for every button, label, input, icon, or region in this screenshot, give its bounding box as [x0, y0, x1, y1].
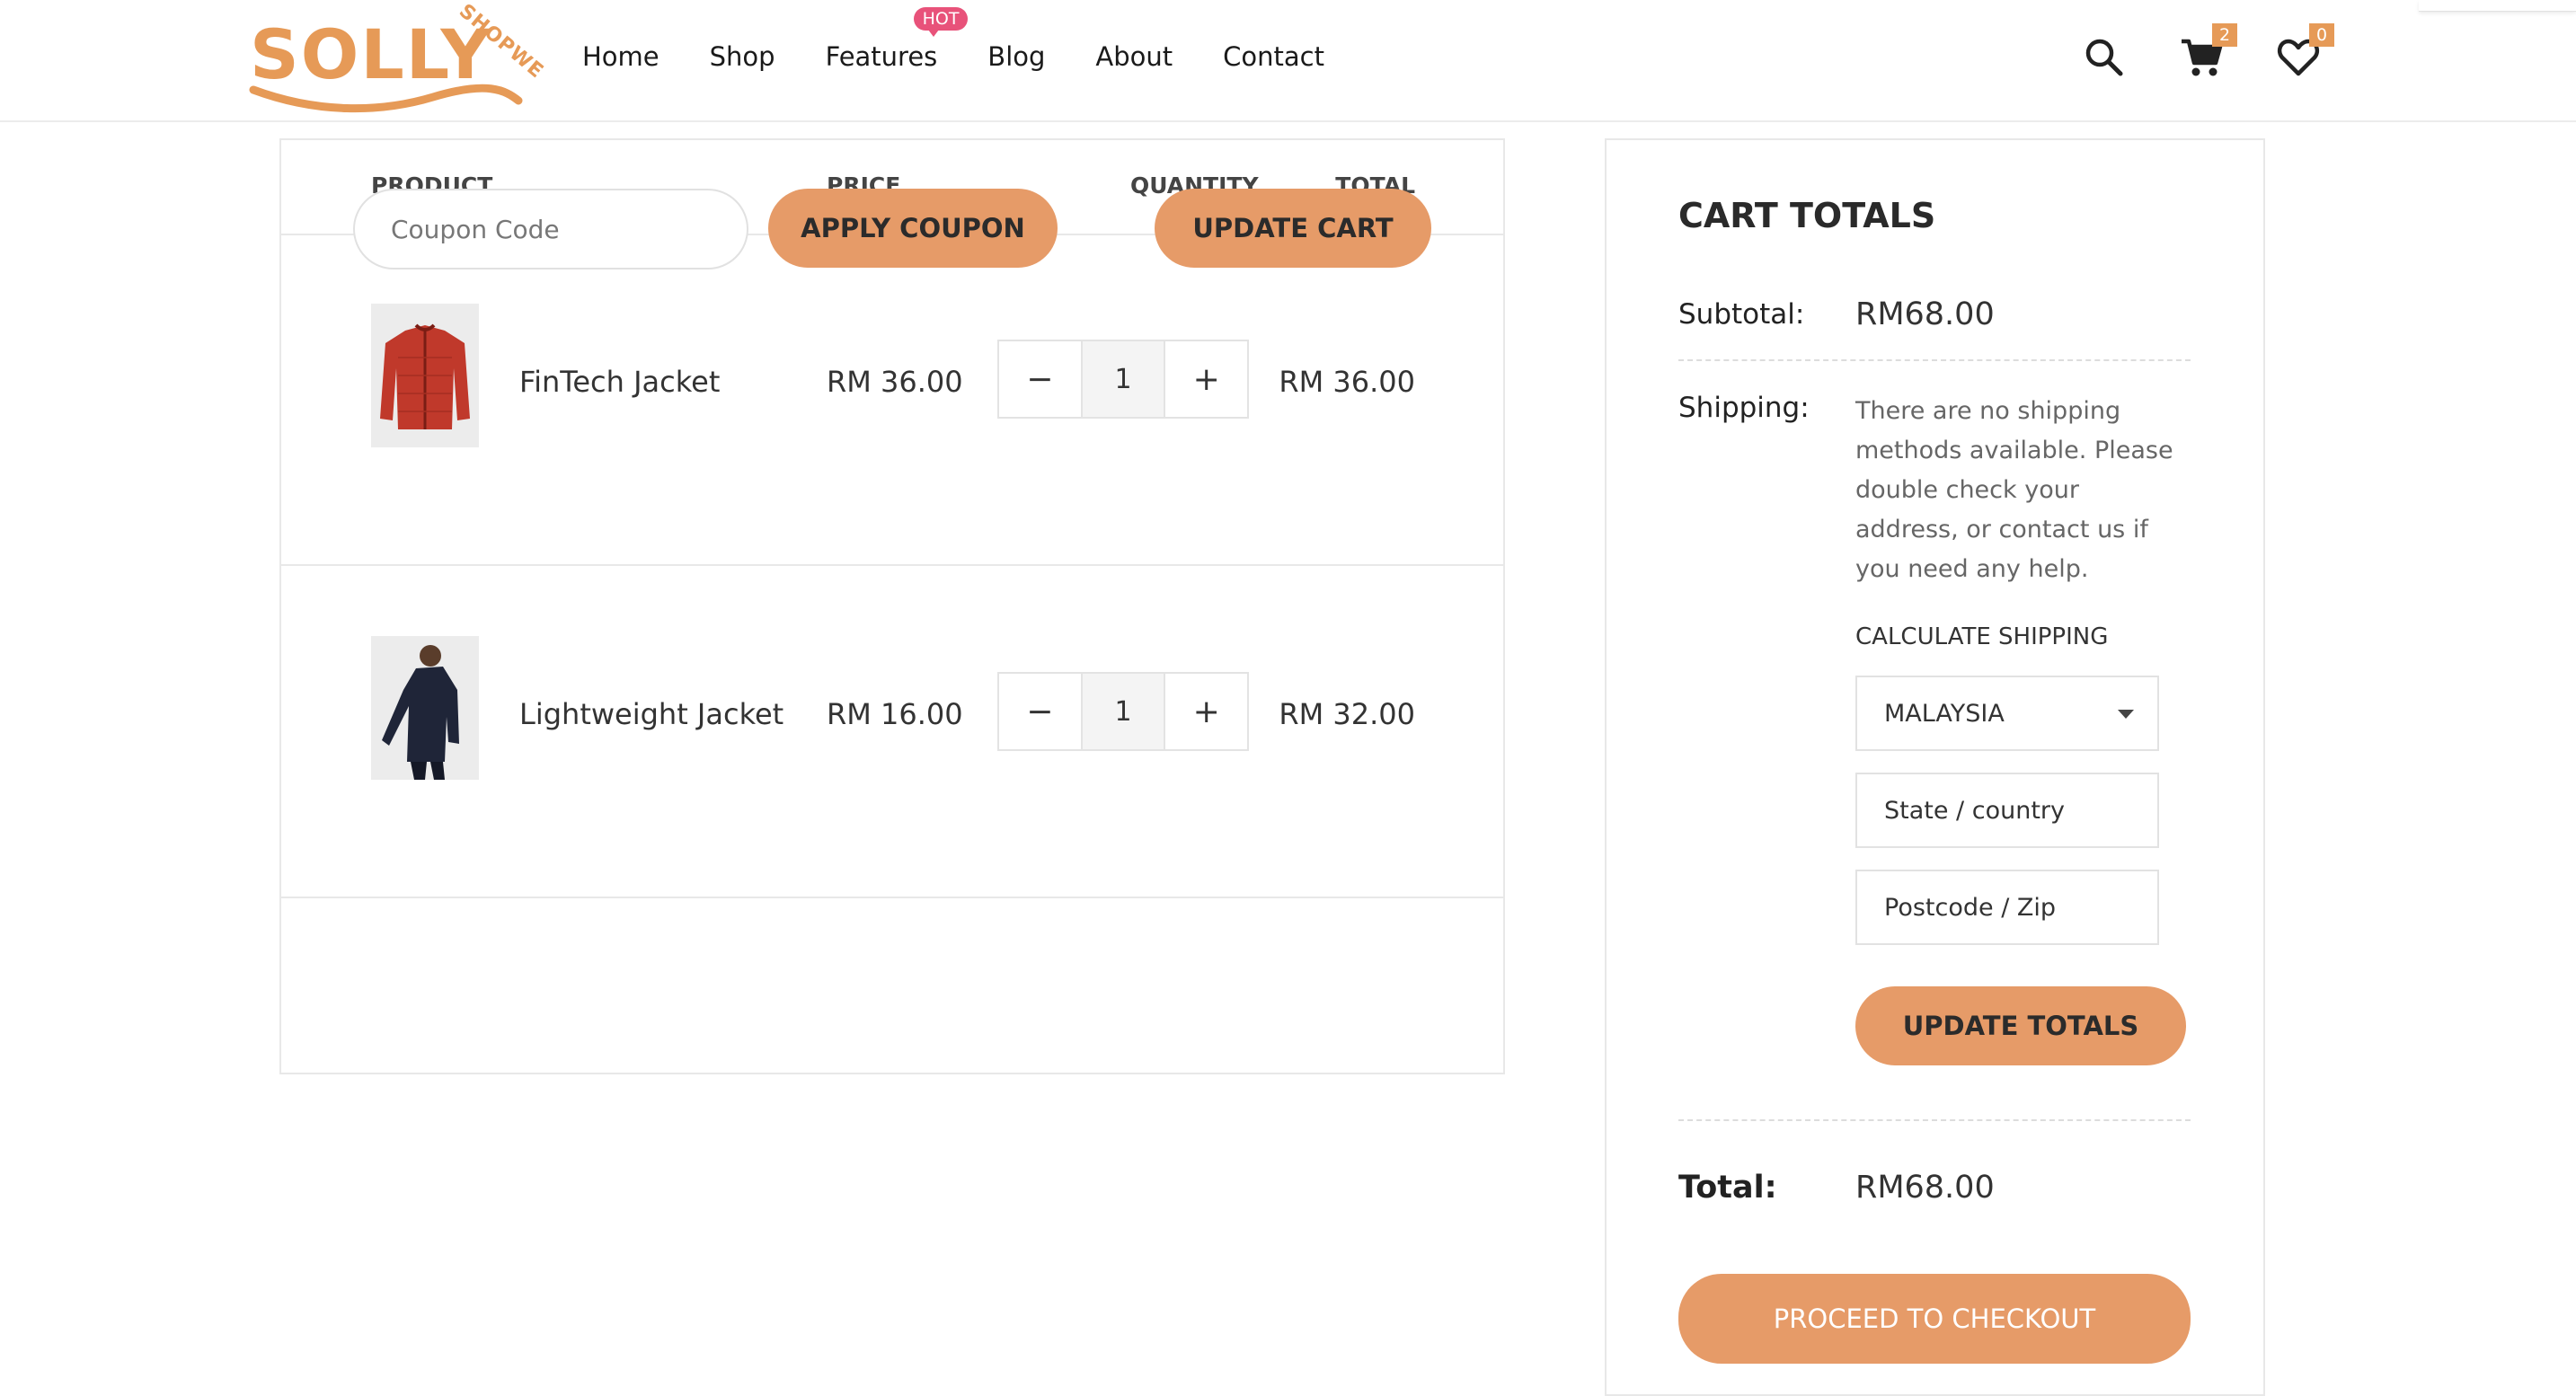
product-image-lightweight-jacket[interactable] [371, 636, 479, 780]
postcode-field[interactable]: Postcode / Zip [1855, 870, 2159, 945]
qty-plus-button[interactable]: + [1165, 341, 1247, 417]
product-name[interactable]: FinTech Jacket [519, 365, 720, 399]
cart-totals-title: CART TOTALS [1678, 196, 1936, 235]
hot-badge: HOT [913, 7, 969, 37]
cart-row: FinTech Jacket RM 36.00 − 1 + RM 36.00 [281, 234, 1503, 566]
corner-panel-edge [2419, 0, 2576, 12]
line-total: RM 32.00 [1279, 697, 1415, 731]
product-price: RM 36.00 [827, 365, 963, 399]
nav-home[interactable]: Home [582, 41, 659, 72]
subtotal-label: Subtotal: [1678, 298, 1805, 331]
product-image-fintech-jacket[interactable] [371, 304, 479, 447]
shipping-label: Shipping: [1678, 392, 1810, 424]
logo-swoosh-icon [249, 84, 523, 113]
search-icon[interactable] [2081, 34, 2128, 81]
wishlist-count-badge: 0 [2309, 23, 2334, 47]
cart-count-badge: 2 [2212, 23, 2237, 47]
cart-icon[interactable]: 2 [2178, 23, 2237, 81]
apply-coupon-button[interactable]: APPLY COUPON [768, 189, 1058, 268]
state-field[interactable]: State / country [1855, 773, 2159, 848]
qty-input[interactable]: 1 [1080, 341, 1166, 417]
divider [1678, 1119, 2191, 1121]
nav-features[interactable]: Features HOT [825, 7, 969, 72]
site-header: SOLLY SHOPWE Home Shop Features HOT Blog… [0, 0, 2576, 122]
qty-input[interactable]: 1 [1080, 674, 1166, 749]
site-logo[interactable]: SOLLY SHOPWE [244, 0, 548, 117]
product-name[interactable]: Lightweight Jacket [519, 697, 783, 731]
total-label: Total: [1678, 1170, 1777, 1206]
heart-icon[interactable]: 0 [2275, 23, 2334, 81]
nav-shop[interactable]: Shop [710, 41, 775, 72]
quantity-stepper: − 1 + [997, 340, 1249, 419]
qty-minus-button[interactable]: − [999, 341, 1081, 417]
nav-features-label: Features [825, 41, 938, 72]
nav-contact[interactable]: Contact [1223, 41, 1324, 72]
calculate-shipping-label[interactable]: CALCULATE SHIPPING [1855, 623, 2108, 650]
subtotal-value: RM68.00 [1855, 296, 1995, 332]
main-nav: Home Shop Features HOT Blog About Contac… [582, 7, 1375, 72]
nav-blog[interactable]: Blog [987, 41, 1045, 72]
update-cart-button[interactable]: UPDATE CART [1155, 189, 1431, 268]
nav-about[interactable]: About [1095, 41, 1173, 72]
proceed-to-checkout-button[interactable]: PROCEED TO CHECKOUT [1678, 1274, 2191, 1364]
coupon-code-input[interactable] [353, 189, 748, 269]
qty-plus-button[interactable]: + [1165, 674, 1247, 749]
chevron-down-icon [2118, 710, 2134, 719]
country-select[interactable]: MALAYSIA [1855, 676, 2159, 751]
country-select-value: MALAYSIA [1884, 699, 2005, 728]
divider [1678, 359, 2191, 361]
update-totals-button[interactable]: UPDATE TOTALS [1855, 986, 2186, 1065]
qty-minus-button[interactable]: − [999, 674, 1081, 749]
line-total: RM 36.00 [1279, 365, 1415, 399]
cart-row: Lightweight Jacket RM 16.00 − 1 + RM 32.… [281, 566, 1503, 898]
total-value: RM68.00 [1855, 1170, 1995, 1206]
shipping-note: There are no shipping methods available.… [1855, 397, 2173, 583]
quantity-stepper: − 1 + [997, 672, 1249, 751]
cart-table: PRODUCT PRICE QUANTITY TOTAL FinTech Jac… [279, 138, 1505, 1074]
cart-totals-panel: CART TOTALS Subtotal: RM68.00 Shipping: … [1605, 138, 2265, 1396]
product-price: RM 16.00 [827, 697, 963, 731]
